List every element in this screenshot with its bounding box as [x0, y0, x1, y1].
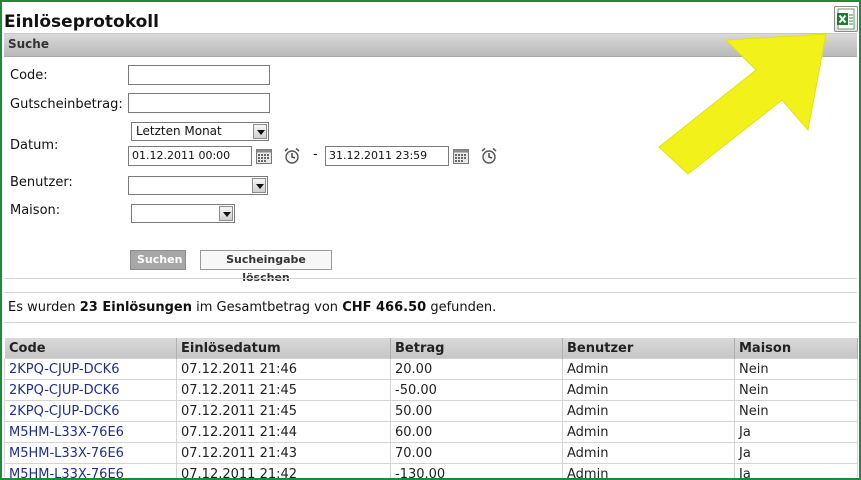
- report-window: Einlöseprotokoll Suche Code: Gutscheinbe…: [0, 0, 861, 480]
- clear-search-button[interactable]: Sucheingabe löschen: [200, 250, 332, 284]
- maison-cell: Ja: [734, 421, 858, 443]
- user-cell: Admin: [562, 421, 735, 443]
- user-cell: Admin: [562, 400, 735, 422]
- table-row: 2KPQ-CJUP-DCK6 07.12.2011 21:45 50.00 Ad…: [4, 400, 858, 422]
- summary-total: CHF 466.50: [342, 300, 427, 315]
- summary-prefix: Es wurden: [8, 300, 76, 315]
- code-link[interactable]: 2KPQ-CJUP-DCK6: [4, 400, 177, 422]
- summary-count: 23 Einlösungen: [79, 300, 192, 315]
- search-button[interactable]: Suchen: [130, 250, 186, 270]
- user-cell: Admin: [562, 358, 735, 380]
- maison-cell: Ja: [734, 442, 858, 464]
- search-section-title: Suche: [8, 37, 49, 51]
- chevron-down-icon[interactable]: [219, 206, 233, 221]
- code-link[interactable]: 2KPQ-CJUP-DCK6: [4, 379, 177, 401]
- date-range-value: Letzten Monat: [136, 124, 222, 138]
- divider: [4, 292, 857, 293]
- code-link[interactable]: 2KPQ-CJUP-DCK6: [4, 358, 177, 380]
- amount-cell: 20.00: [390, 358, 563, 380]
- column-header-amount[interactable]: Betrag: [390, 338, 563, 359]
- user-cell: Admin: [562, 379, 735, 401]
- redemption-date-cell: 07.12.2011 21:45: [176, 379, 391, 401]
- redemption-date-cell: 07.12.2011 21:45: [176, 400, 391, 422]
- amount-cell: 50.00: [390, 400, 563, 422]
- user-label: Benutzer:: [10, 175, 73, 190]
- table-row: 2KPQ-CJUP-DCK6 07.12.2011 21:46 20.00 Ad…: [4, 358, 858, 380]
- chevron-down-icon[interactable]: [253, 124, 267, 139]
- date-range-separator: -: [313, 147, 318, 162]
- maison-cell: Ja: [734, 463, 858, 478]
- table-row: M5HM-L33X-76E6 07.12.2011 21:44 60.00 Ad…: [4, 421, 858, 443]
- date-range-select[interactable]: Letzten Monat: [131, 122, 269, 141]
- chevron-down-icon[interactable]: [252, 178, 266, 193]
- code-input[interactable]: [128, 65, 270, 85]
- redemption-date-cell: 07.12.2011 21:46: [176, 358, 391, 380]
- calendar-icon[interactable]: [256, 148, 274, 166]
- alarm-clock-icon[interactable]: [480, 147, 498, 165]
- date-label: Datum:: [10, 138, 59, 153]
- code-link[interactable]: M5HM-L33X-76E6: [4, 421, 177, 443]
- results-table: Code Einlösedatum Betrag Benutzer Maison…: [4, 338, 858, 478]
- user-cell: Admin: [562, 463, 735, 478]
- redemption-date-cell: 07.12.2011 21:42: [176, 463, 391, 478]
- code-label: Code:: [10, 68, 48, 83]
- search-section-header: Suche: [4, 33, 857, 57]
- maison-cell: Nein: [734, 400, 858, 422]
- table-header-row: Code Einlösedatum Betrag Benutzer Maison: [4, 338, 858, 359]
- column-header-maison[interactable]: Maison: [734, 338, 858, 359]
- amount-cell: -50.00: [390, 379, 563, 401]
- code-link[interactable]: M5HM-L33X-76E6: [4, 442, 177, 464]
- column-header-date[interactable]: Einlösedatum: [176, 338, 391, 359]
- date-to-input[interactable]: 31.12.2011 23:59: [325, 146, 449, 166]
- redemption-date-cell: 07.12.2011 21:44: [176, 421, 391, 443]
- calendar-icon[interactable]: [453, 148, 471, 166]
- maison-label: Maison:: [10, 203, 61, 218]
- amount-input[interactable]: [128, 93, 270, 113]
- amount-cell: 70.00: [390, 442, 563, 464]
- summary-suffix: gefunden.: [430, 300, 497, 315]
- date-from-input[interactable]: 01.12.2011 00:00: [128, 146, 252, 166]
- amount-label: Gutscheinbetrag:: [10, 97, 123, 112]
- results-summary: Es wurden 23 Einlösungen im Gesamtbetrag…: [8, 300, 496, 315]
- divider: [4, 278, 857, 279]
- column-header-user[interactable]: Benutzer: [562, 338, 735, 359]
- divider: [4, 322, 857, 323]
- summary-middle: im Gesamtbetrag von: [196, 300, 339, 315]
- table-row: M5HM-L33X-76E6 07.12.2011 21:42 -130.00 …: [4, 463, 858, 478]
- table-row: M5HM-L33X-76E6 07.12.2011 21:43 70.00 Ad…: [4, 442, 858, 464]
- redemption-date-cell: 07.12.2011 21:43: [176, 442, 391, 464]
- user-cell: Admin: [562, 442, 735, 464]
- code-link[interactable]: M5HM-L33X-76E6: [4, 463, 177, 478]
- alarm-clock-icon[interactable]: [283, 147, 301, 165]
- table-row: 2KPQ-CJUP-DCK6 07.12.2011 21:45 -50.00 A…: [4, 379, 858, 401]
- maison-cell: Nein: [734, 358, 858, 380]
- excel-export-icon[interactable]: [834, 6, 858, 32]
- page-title: Einlöseprotokoll: [4, 12, 159, 32]
- amount-cell: -130.00: [390, 463, 563, 478]
- user-select[interactable]: [128, 176, 268, 195]
- maison-cell: Nein: [734, 379, 858, 401]
- column-header-code[interactable]: Code: [4, 338, 177, 359]
- amount-cell: 60.00: [390, 421, 563, 443]
- maison-select[interactable]: [131, 204, 235, 223]
